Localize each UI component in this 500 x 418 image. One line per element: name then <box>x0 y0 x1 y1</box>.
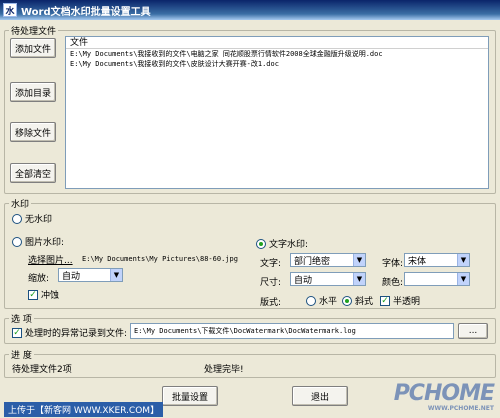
pending-files-legend: 待处理文件 <box>11 27 57 37</box>
scale-value: 自动 <box>62 271 81 282</box>
color-select[interactable]: ▼ <box>404 272 470 286</box>
file-list[interactable]: 文件 E:\My Documents\我接收到的文件\电脑之家 同花顺股票行情软… <box>65 36 489 189</box>
scale-select[interactable]: 自动 ▼ <box>58 268 123 282</box>
radio-dot[interactable] <box>342 295 352 306</box>
horizontal-radio[interactable]: 水平 <box>306 294 337 307</box>
chevron-down-icon[interactable]: ▼ <box>353 273 365 285</box>
brand-text: PCHOME <box>393 381 495 406</box>
size-select[interactable]: 自动 ▼ <box>290 272 366 286</box>
diagonal-radio[interactable]: 斜式 <box>342 294 373 307</box>
log-path-input[interactable]: E:\My Documents\下载文件\DocWatermark\DocWat… <box>130 323 454 339</box>
clear-all-button[interactable]: 全部清空 <box>10 163 56 183</box>
add-folder-button[interactable]: 添加目录 <box>10 82 56 102</box>
upload-banner: 上传于【新客网 WWW.XKER.COM】 <box>4 402 164 417</box>
diagonal-label: 斜式 <box>355 297 374 307</box>
chevron-down-icon[interactable]: ▼ <box>457 254 469 266</box>
chevron-down-icon[interactable]: ▼ <box>457 273 469 285</box>
no-watermark-radio[interactable]: 无水印 <box>12 212 52 225</box>
semi-transparent-checkbox[interactable]: ✓ 半透明 <box>380 294 420 307</box>
radio-dot[interactable] <box>12 213 22 224</box>
list-item[interactable]: E:\My Documents\我接收到的文件\皮肤设计大赛开赛-改1.doc <box>66 59 488 69</box>
radio-dot[interactable] <box>306 295 316 306</box>
pchome-logo: PCHOME WWW.PCHOME.NET <box>393 381 495 413</box>
semi-transparent-label: 半透明 <box>393 297 421 307</box>
main-window: 水 Word文档水印批量设置工具 待处理文件 添加文件 添加目录 移除文件 全部… <box>0 0 500 418</box>
check-icon[interactable]: ✓ <box>12 327 22 338</box>
washout-label: 冲蚀 <box>41 291 60 301</box>
title-bar[interactable]: 水 Word文档水印批量设置工具 <box>0 0 500 20</box>
text-value: 部门绝密 <box>294 256 331 267</box>
options-legend: 选 项 <box>11 315 32 325</box>
pending-count: 待处理文件2项 <box>12 365 72 375</box>
image-path: E:\My Documents\My Pictures\88-60.jpg <box>82 255 238 263</box>
no-watermark-label: 无水印 <box>25 215 53 225</box>
remove-file-button[interactable]: 移除文件 <box>10 122 56 142</box>
window-title: Word文档水印批量设置工具 <box>21 6 151 18</box>
layout-label: 版式: <box>260 298 282 308</box>
progress-group: 进 度 <box>4 348 496 378</box>
exit-button[interactable]: 退出 <box>292 386 348 406</box>
status-text: 处理完毕! <box>204 365 244 375</box>
chevron-down-icon[interactable]: ▼ <box>353 254 365 266</box>
image-watermark-radio[interactable]: 图片水印: <box>12 235 64 248</box>
image-watermark-label: 图片水印: <box>25 238 65 248</box>
add-file-button[interactable]: 添加文件 <box>10 38 56 58</box>
text-select[interactable]: 部门绝密 ▼ <box>290 253 366 267</box>
watermark-legend: 水印 <box>11 200 30 210</box>
font-value: 宋体 <box>408 256 427 267</box>
app-icon: 水 <box>3 3 17 17</box>
text-field-label: 文字: <box>260 259 282 269</box>
batch-apply-button[interactable]: 批量设置 <box>162 386 218 406</box>
text-watermark-radio[interactable]: 文字水印: <box>256 237 308 250</box>
font-select[interactable]: 宋体 ▼ <box>404 253 470 267</box>
select-image-link[interactable]: 选择图片... <box>28 253 73 266</box>
radio-dot[interactable] <box>12 236 22 247</box>
text-watermark-label: 文字水印: <box>269 240 309 250</box>
scale-label: 缩放: <box>28 274 50 284</box>
file-list-header: 文件 <box>66 37 488 49</box>
record-errors-checkbox[interactable]: ✓ 处理时的异常记录到文件: <box>12 326 127 339</box>
list-item[interactable]: E:\My Documents\我接收到的文件\电脑之家 同花顺股票行情软件20… <box>66 49 488 59</box>
font-label: 字体: <box>382 259 404 269</box>
chevron-down-icon[interactable]: ▼ <box>110 269 122 281</box>
browse-button[interactable]: ... <box>458 323 488 339</box>
check-icon[interactable]: ✓ <box>28 289 38 300</box>
size-label: 尺寸: <box>260 278 282 288</box>
site-text: WWW.PCHOME.NET <box>427 405 494 412</box>
horizontal-label: 水平 <box>319 297 338 307</box>
progress-legend: 进 度 <box>11 351 32 361</box>
record-errors-label: 处理时的异常记录到文件: <box>25 329 128 339</box>
radio-dot[interactable] <box>256 238 266 249</box>
check-icon[interactable]: ✓ <box>380 295 390 306</box>
color-label: 颜色: <box>382 278 404 288</box>
washout-checkbox[interactable]: ✓ 冲蚀 <box>28 288 59 301</box>
size-value: 自动 <box>294 275 313 286</box>
